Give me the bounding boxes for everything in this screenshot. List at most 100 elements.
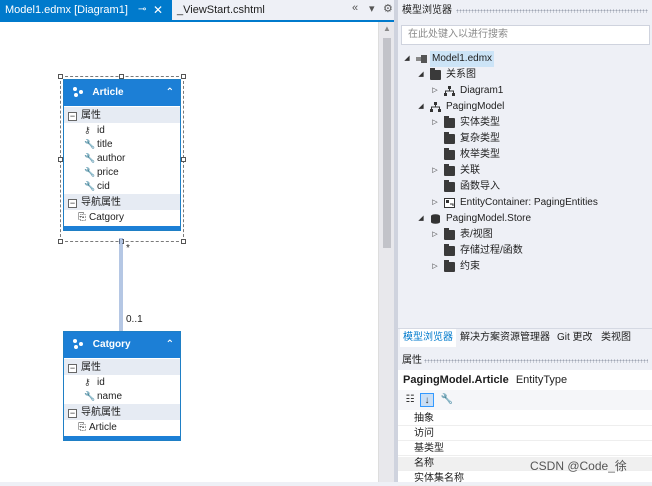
object-type: EntityType <box>515 374 568 386</box>
expanded-icon[interactable]: ◢ <box>416 99 426 115</box>
model-icon <box>430 102 441 112</box>
wrench-icon: 🔧 <box>84 139 96 149</box>
resize-handle[interactable] <box>58 239 63 244</box>
collapse-icon[interactable]: ⌃ <box>166 80 174 106</box>
property-row[interactable]: 访问 <box>398 427 652 441</box>
folder-icon <box>444 228 455 240</box>
nav-section-header[interactable]: − 导航属性 <box>64 193 180 210</box>
scroll-up-icon[interactable]: ▲ <box>383 24 391 33</box>
panel-grip[interactable] <box>424 359 648 363</box>
folder-icon <box>444 116 455 128</box>
resize-handle[interactable] <box>181 74 186 79</box>
entity-property[interactable]: 🔧 author <box>64 151 180 165</box>
properties-section-header[interactable]: − 属性 <box>64 358 180 375</box>
properties-object-selector[interactable]: PagingModel.Article EntityType <box>398 370 652 390</box>
model-browser-tree: ◢ Model1.edmx ◢ 关系图 ▷ Diagram1 ◢ PagingM… <box>398 48 652 326</box>
gear-icon[interactable]: ⚙ <box>383 2 393 15</box>
tab-label: _ViewStart.cshtml <box>177 4 265 16</box>
entity-footer <box>64 436 180 440</box>
key-icon: ⚷ <box>84 125 91 135</box>
property-row[interactable]: 基类型 <box>398 442 652 456</box>
section-label: 属性 <box>81 110 101 121</box>
scroll-tabs-left-icon[interactable]: « <box>352 2 358 14</box>
key-icon: ⚷ <box>84 377 91 387</box>
tab-viewstart[interactable]: _ViewStart.cshtml <box>172 0 270 20</box>
entity-icon <box>73 339 83 350</box>
property-row[interactable]: 抽象 <box>398 412 652 426</box>
folder-icon <box>444 180 455 192</box>
node-label: 表/视图 <box>460 229 493 240</box>
expanded-icon[interactable]: ◢ <box>416 211 426 227</box>
nav-section-header[interactable]: − 导航属性 <box>64 403 180 420</box>
edmx-icon <box>416 55 427 63</box>
alphabetical-icon[interactable]: ↓ <box>420 393 434 407</box>
collapsed-icon[interactable]: ▷ <box>430 83 440 99</box>
entity-catgory[interactable]: Catgory ⌃ − 属性 ⚷ id 🔧 name − 导航属性 ⎘ Article <box>63 331 181 441</box>
property-label: author <box>97 153 126 164</box>
properties-section-header[interactable]: − 属性 <box>64 106 180 123</box>
tab-solution-explorer[interactable]: 解决方案资源管理器 <box>457 329 553 347</box>
tab-label: Model1.edmx [Diagram1] <box>5 4 128 16</box>
diagram-icon <box>444 86 455 96</box>
property-label: price <box>97 167 119 178</box>
collapsed-icon[interactable]: ▷ <box>430 259 440 275</box>
entity-property[interactable]: 🔧 price <box>64 165 180 179</box>
property-pages-icon[interactable]: 🔧 <box>440 393 454 407</box>
property-label: id <box>97 125 105 136</box>
entity-header[interactable]: Catgory ⌃ <box>64 332 180 358</box>
watermark: CSDN @Code_徐 <box>530 459 627 473</box>
entity-property[interactable]: 🔧 cid <box>64 179 180 193</box>
tab-git-changes[interactable]: Git 更改 <box>554 329 596 347</box>
categorized-icon[interactable]: ☷ <box>403 393 417 407</box>
navigation-property[interactable]: ⎘ Article <box>64 420 180 436</box>
node-label: 约束 <box>460 261 480 272</box>
resize-handle[interactable] <box>181 239 186 244</box>
wrench-icon: 🔧 <box>84 181 96 191</box>
panel-title: 属性 <box>402 355 422 366</box>
section-label: 属性 <box>81 362 101 373</box>
node-label: 复杂类型 <box>460 133 500 144</box>
property-label: cid <box>97 181 110 192</box>
tab-model-browser[interactable]: 模型浏览器 <box>400 329 456 347</box>
folder-icon <box>444 244 455 256</box>
node-label: Diagram1 <box>460 85 504 96</box>
collapsed-icon[interactable]: ▷ <box>430 115 440 131</box>
document-tab-bar: Model1.edmx [Diagram1] ⊸ ✕ _ViewStart.cs… <box>0 0 394 22</box>
collapse-icon[interactable]: − <box>68 112 77 121</box>
folder-icon <box>444 132 455 144</box>
scrollbar-thumb[interactable] <box>383 38 391 248</box>
collapse-icon[interactable]: ⌃ <box>166 332 174 358</box>
collapsed-icon[interactable]: ▷ <box>430 195 440 211</box>
database-icon <box>431 214 440 224</box>
collapsed-icon[interactable]: ▷ <box>430 163 440 179</box>
panel-grip[interactable] <box>456 9 648 13</box>
property-row[interactable]: 实体集名称 <box>398 472 652 486</box>
folder-icon <box>444 164 455 176</box>
node-label: 实体类型 <box>460 117 500 128</box>
tab-dropdown-icon[interactable]: ▾ <box>369 2 375 15</box>
close-icon[interactable]: ✕ <box>153 0 163 20</box>
node-label: PagingModel.Store <box>446 213 532 224</box>
vertical-scrollbar[interactable]: ▲ <box>378 22 394 482</box>
collapsed-icon[interactable]: ▷ <box>430 227 440 243</box>
entity-property[interactable]: ⚷ id <box>64 123 180 137</box>
designer-canvas[interactable]: Article ⌃ − 属性 ⚷ id 🔧 title 🔧 author 🔧 price … <box>0 22 378 482</box>
node-label: 关联 <box>460 165 480 176</box>
entity-property[interactable]: 🔧 title <box>64 137 180 151</box>
expanded-icon[interactable]: ◢ <box>416 67 426 83</box>
collapse-icon[interactable]: − <box>68 364 77 373</box>
collapse-icon[interactable]: − <box>68 409 77 418</box>
entity-property[interactable]: ⚷ id <box>64 375 180 389</box>
pin-icon[interactable]: ⊸ <box>138 0 146 20</box>
collapse-icon[interactable]: − <box>68 199 77 208</box>
model-browser-search-input[interactable]: 在此处键入以进行搜索 <box>401 25 650 45</box>
entity-article[interactable]: Article ⌃ − 属性 ⚷ id 🔧 title 🔧 author 🔧 price … <box>63 79 181 231</box>
expanded-icon[interactable]: ◢ <box>402 51 412 67</box>
tab-model1-diagram[interactable]: Model1.edmx [Diagram1] ⊸ ✕ <box>0 0 172 20</box>
entity-property[interactable]: 🔧 name <box>64 389 180 403</box>
entity-header[interactable]: Article ⌃ <box>64 80 180 106</box>
tab-class-view[interactable]: 类视图 <box>598 329 634 347</box>
navigation-property[interactable]: ⎘ Catgory <box>64 210 180 226</box>
panel-title: 模型浏览器 <box>402 5 452 16</box>
resize-handle[interactable] <box>181 157 186 162</box>
